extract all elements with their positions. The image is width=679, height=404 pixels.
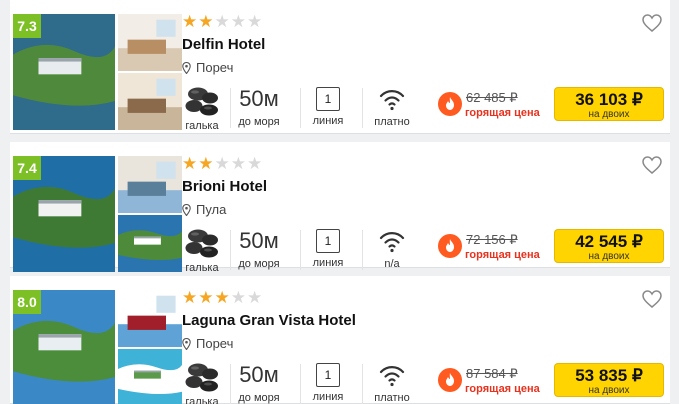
fire-icon [438, 92, 462, 116]
star-empty-icon: ★ [214, 12, 230, 31]
price-button[interactable]: 53 835 ₽ на двоих [554, 363, 664, 397]
map-pin-icon [182, 61, 191, 74]
hotel-name-link[interactable]: Brioni Hotel [182, 178, 267, 195]
hotel-location: Пореч [182, 60, 233, 75]
star-empty-icon: ★ [230, 154, 246, 173]
beach-type-feature: галька [182, 86, 222, 132]
wifi-icon [379, 232, 405, 253]
star-filled-icon: ★ [198, 12, 214, 31]
star-empty-icon: ★ [230, 12, 246, 31]
fire-icon [438, 234, 462, 258]
hotel-photo-thumb[interactable] [118, 349, 182, 404]
line-number-icon: 1 [316, 363, 340, 387]
beach-type-label: галька [185, 262, 219, 274]
price-button[interactable]: 36 103 ₽ на двоих [554, 87, 664, 121]
heart-icon[interactable] [642, 156, 662, 174]
heart-icon[interactable] [642, 14, 662, 32]
rating-badge: 7.4 [13, 156, 41, 180]
distance-feature: 50м до моря [230, 362, 288, 404]
map-pin-icon [182, 203, 191, 216]
star-rating: ★ ★ ★ ★ ★ [182, 12, 263, 31]
star-empty-icon: ★ [247, 12, 263, 31]
star-empty-icon: ★ [247, 288, 263, 307]
wifi-feature: платно [370, 362, 414, 404]
fire-icon [438, 368, 462, 392]
price-note: на двоих [588, 385, 630, 396]
line-number-icon: 1 [316, 229, 340, 253]
beach-type-feature: галька [182, 228, 222, 274]
hotel-location: Пула [182, 202, 226, 217]
distance-value: 50м [239, 86, 279, 111]
hotel-card[interactable]: 8.0 ★ ★ ★ ★ ★ Laguna Gran Vista Hotel Пореч … [10, 276, 670, 404]
price-button[interactable]: 42 545 ₽ на двоих [554, 229, 664, 263]
pebbles-icon [185, 229, 218, 258]
distance-value: 50м [239, 362, 279, 387]
star-filled-icon: ★ [182, 154, 198, 173]
star-rating: ★ ★ ★ ★ ★ [182, 288, 263, 307]
rating-badge: 7.3 [13, 14, 41, 38]
distance-label: до моря [238, 116, 280, 128]
star-filled-icon: ★ [182, 12, 198, 31]
price-note: на двоих [588, 109, 630, 120]
old-price: 62 485 ₽ [466, 90, 518, 105]
hotel-photo-thumb[interactable] [118, 73, 182, 130]
distance-label: до моря [238, 258, 280, 270]
beach-type-label: галька [185, 120, 219, 132]
beach-line-feature: 1 линия [306, 86, 350, 127]
price-value: 53 835 ₽ [575, 366, 643, 385]
wifi-label: платно [374, 116, 410, 128]
hotel-name-link[interactable]: Laguna Gran Vista Hotel [182, 312, 356, 329]
distance-feature: 50м до моря [230, 228, 288, 270]
hotel-card[interactable]: 7.4 ★ ★ ★ ★ ★ Brioni Hotel Пула галька 50м д… [10, 142, 670, 274]
distance-value: 50м [239, 228, 279, 253]
hotel-photo-thumb[interactable] [118, 215, 182, 272]
hotel-card[interactable]: 7.3 ★ ★ ★ ★ ★ Delfin Hotel Пореч галька 50м … [10, 0, 670, 134]
beach-type-label: галька [185, 396, 219, 404]
star-filled-icon: ★ [198, 154, 214, 173]
hot-price-label: горящая цена [465, 383, 540, 395]
hotel-location: Пореч [182, 336, 233, 351]
price-note: на двоих [588, 251, 630, 262]
distance-feature: 50м до моря [230, 86, 288, 128]
wifi-feature: платно [370, 86, 414, 128]
rating-badge: 8.0 [13, 290, 41, 314]
hotel-photo-thumb[interactable] [118, 14, 182, 71]
star-filled-icon: ★ [182, 288, 198, 307]
wifi-label: платно [374, 392, 410, 404]
line-number-icon: 1 [316, 87, 340, 111]
old-price: 72 156 ₽ [466, 232, 518, 247]
map-pin-icon [182, 337, 191, 350]
wifi-feature: n/a [370, 228, 414, 270]
city-name: Пула [196, 202, 227, 217]
beach-type-feature: галька [182, 362, 222, 404]
wifi-icon [379, 90, 405, 111]
hot-price-label: горящая цена [465, 107, 540, 119]
hotel-name-link[interactable]: Delfin Hotel [182, 36, 265, 53]
price-value: 42 545 ₽ [575, 232, 643, 251]
distance-label: до моря [238, 392, 280, 404]
hot-price-label: горящая цена [465, 249, 540, 261]
star-empty-icon: ★ [214, 154, 230, 173]
heart-icon[interactable] [642, 290, 662, 308]
star-filled-icon: ★ [198, 288, 214, 307]
beach-line-feature: 1 линия [306, 362, 350, 403]
pebbles-icon [185, 363, 218, 392]
line-label: линия [312, 115, 344, 127]
wifi-icon [379, 366, 405, 387]
star-filled-icon: ★ [214, 288, 230, 307]
hotel-photo-thumb[interactable] [118, 156, 182, 213]
star-rating: ★ ★ ★ ★ ★ [182, 154, 263, 173]
city-name: Пореч [196, 60, 234, 75]
pebbles-icon [185, 87, 218, 116]
star-empty-icon: ★ [230, 288, 246, 307]
price-value: 36 103 ₽ [575, 90, 643, 109]
hotel-photo-thumb[interactable] [118, 290, 182, 347]
line-label: линия [312, 391, 344, 403]
city-name: Пореч [196, 336, 234, 351]
beach-line-feature: 1 линия [306, 228, 350, 269]
line-label: линия [312, 257, 344, 269]
wifi-label: n/a [384, 258, 400, 270]
old-price: 87 584 ₽ [466, 366, 518, 381]
star-empty-icon: ★ [247, 154, 263, 173]
